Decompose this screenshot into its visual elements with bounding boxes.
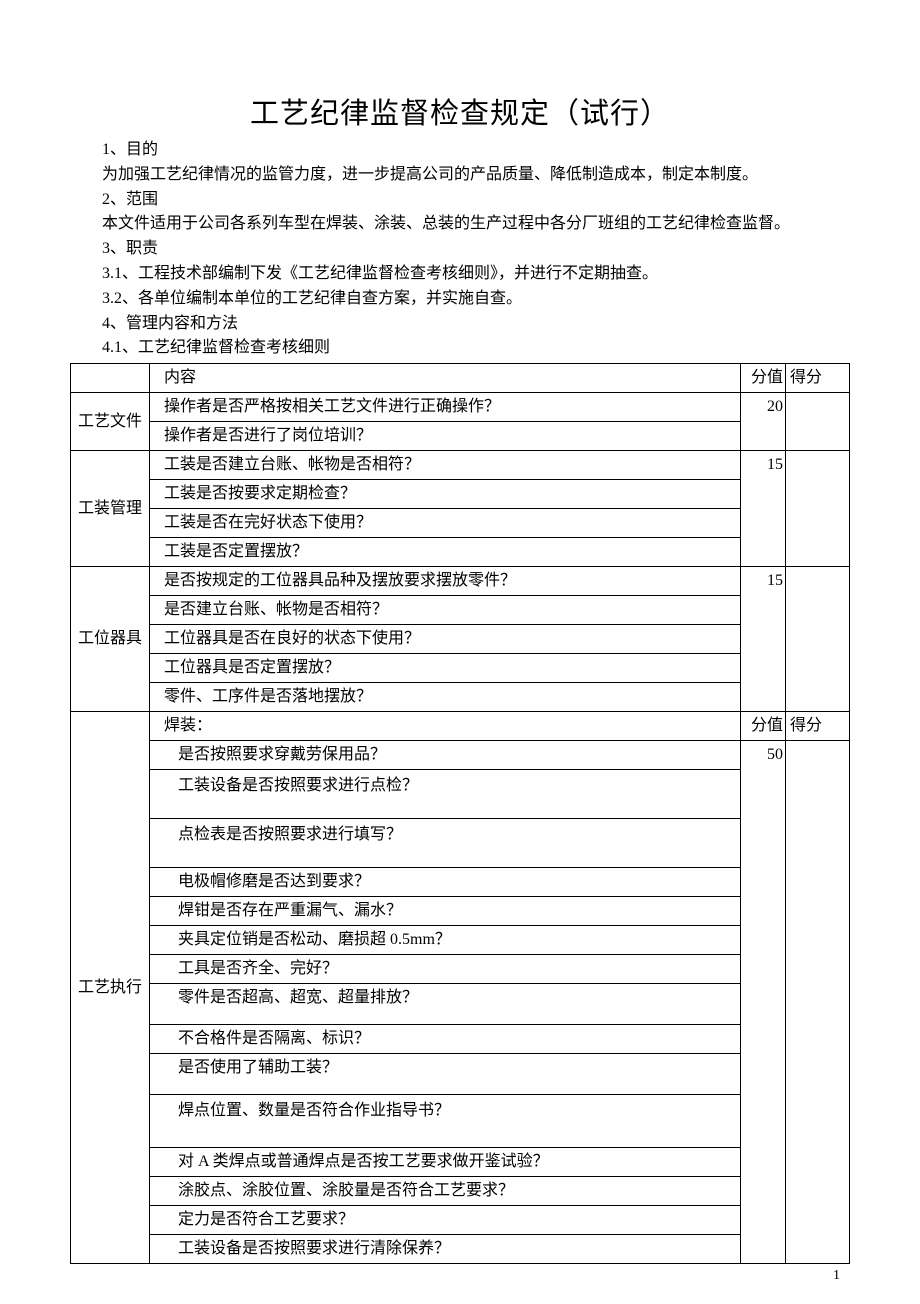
table-row: 工装设备是否按照要求进行点检？	[71, 770, 850, 819]
category-cell: 工艺文件	[71, 393, 150, 451]
content-cell: 工装是否按要求定期检查？	[150, 480, 741, 509]
content-cell: 工装设备是否按照要求进行清除保养？	[150, 1235, 741, 1264]
content-cell: 工位器具是否在良好的状态下使用？	[150, 625, 741, 654]
table-header-row: 内容 分值 得分	[71, 364, 850, 393]
table-row: 工位器具是否在良好的状态下使用？	[71, 625, 850, 654]
header-content: 内容	[150, 364, 741, 393]
table-row: 不合格件是否隔离、标识？	[71, 1025, 850, 1054]
assessment-table: 内容 分值 得分 工艺文件 操作者是否严格按相关工艺文件进行正确操作？ 20 操…	[70, 363, 850, 1264]
table-row: 电极帽修磨是否达到要求？	[71, 868, 850, 897]
section-3-2: 3.2、各单位编制本单位的工艺纪律自查方案，并实施自查。	[70, 287, 850, 312]
content-cell: 工具是否齐全、完好？	[150, 955, 741, 984]
table-row: 工位器具 是否按规定的工位器具品种及摆放要求摆放零件？ 15	[71, 567, 850, 596]
header-score: 得分	[786, 364, 850, 393]
table-row: 焊钳是否存在严重漏气、漏水？	[71, 897, 850, 926]
table-row: 工艺文件 操作者是否严格按相关工艺文件进行正确操作？ 20	[71, 393, 850, 422]
value-cell: 15	[741, 451, 786, 567]
section-1-body: 为加强工艺纪律情况的监管力度，进一步提高公司的产品质量、降低制造成本，制定本制度…	[70, 163, 850, 188]
content-cell: 是否按规定的工位器具品种及摆放要求摆放零件？	[150, 567, 741, 596]
table-row: 焊点位置、数量是否符合作业指导书？	[71, 1095, 850, 1148]
content-cell: 工装设备是否按照要求进行点检？	[150, 770, 741, 819]
content-cell: 焊点位置、数量是否符合作业指导书？	[150, 1095, 741, 1148]
score-cell	[786, 451, 850, 567]
content-cell: 定力是否符合工艺要求？	[150, 1206, 741, 1235]
content-cell: 零件是否超高、超宽、超量排放？	[150, 984, 741, 1025]
score-cell	[786, 741, 850, 1264]
content-cell: 夹具定位销是否松动、磨损超 0.5mm？	[150, 926, 741, 955]
content-cell: 工位器具是否定置摆放？	[150, 654, 741, 683]
table-row: 夹具定位销是否松动、磨损超 0.5mm？	[71, 926, 850, 955]
section-1-heading: 1、目的	[70, 138, 850, 163]
content-cell: 零件、工序件是否落地摆放？	[150, 683, 741, 712]
category-cell: 工艺执行	[71, 712, 150, 1264]
content-cell: 是否建立台账、帐物是否相符？	[150, 596, 741, 625]
content-cell: 涂胶点、涂胶位置、涂胶量是否符合工艺要求？	[150, 1177, 741, 1206]
header-blank	[71, 364, 150, 393]
section-2-body: 本文件适用于公司各系列车型在焊装、涂装、总装的生产过程中各分厂班组的工艺纪律检查…	[70, 212, 850, 237]
table-row: 操作者是否进行了岗位培训？	[71, 422, 850, 451]
table-row: 对 A 类焊点或普通焊点是否按工艺要求做开鉴试验？	[71, 1148, 850, 1177]
table-row: 点检表是否按照要求进行填写？	[71, 819, 850, 868]
content-cell: 是否使用了辅助工装？	[150, 1054, 741, 1095]
value-cell: 20	[741, 393, 786, 451]
section-4-1: 4.1、工艺纪律监督检查考核细则	[70, 336, 850, 361]
table-row: 工位器具是否定置摆放？	[71, 654, 850, 683]
table-row: 涂胶点、涂胶位置、涂胶量是否符合工艺要求？	[71, 1177, 850, 1206]
score-cell	[786, 393, 850, 451]
table-row: 工装是否在完好状态下使用？	[71, 509, 850, 538]
value-cell: 15	[741, 567, 786, 712]
table-row: 定力是否符合工艺要求？	[71, 1206, 850, 1235]
content-cell: 工装是否建立台账、帐物是否相符？	[150, 451, 741, 480]
table-row: 工装管理 工装是否建立台账、帐物是否相符？ 15	[71, 451, 850, 480]
content-cell: 电极帽修磨是否达到要求？	[150, 868, 741, 897]
content-cell: 操作者是否进行了岗位培训？	[150, 422, 741, 451]
table-row: 工装设备是否按照要求进行清除保养？	[71, 1235, 850, 1264]
content-cell: 焊钳是否存在严重漏气、漏水？	[150, 897, 741, 926]
content-cell: 工装是否定置摆放？	[150, 538, 741, 567]
table-row: 零件是否超高、超宽、超量排放？	[71, 984, 850, 1025]
table-row: 工具是否齐全、完好？	[71, 955, 850, 984]
table-row: 零件、工序件是否落地摆放？	[71, 683, 850, 712]
table-row: 工装是否按要求定期检查？	[71, 480, 850, 509]
section-4-heading: 4、管理内容和方法	[70, 312, 850, 337]
content-cell: 点检表是否按照要求进行填写？	[150, 819, 741, 868]
header-value: 分值	[741, 712, 786, 741]
table-row: 是否使用了辅助工装？	[71, 1054, 850, 1095]
value-cell: 50	[741, 741, 786, 1264]
content-cell: 是否按照要求穿戴劳保用品？	[150, 741, 741, 770]
header-value: 分值	[741, 364, 786, 393]
header-score: 得分	[786, 712, 850, 741]
content-cell: 操作者是否严格按相关工艺文件进行正确操作？	[150, 393, 741, 422]
section-3-1: 3.1、工程技术部编制下发《工艺纪律监督检查考核细则》，并进行不定期抽查。	[70, 262, 850, 287]
document-title: 工艺纪律监督检查规定（试行）	[70, 90, 850, 132]
subheader-cell: 焊装：	[150, 712, 741, 741]
score-cell	[786, 567, 850, 712]
section-3-heading: 3、职责	[70, 237, 850, 262]
page-number: 1	[833, 1268, 840, 1284]
content-cell: 对 A 类焊点或普通焊点是否按工艺要求做开鉴试验？	[150, 1148, 741, 1177]
content-cell: 不合格件是否隔离、标识？	[150, 1025, 741, 1054]
table-row: 工艺执行 焊装： 分值 得分	[71, 712, 850, 741]
category-cell: 工位器具	[71, 567, 150, 712]
table-row: 是否按照要求穿戴劳保用品？ 50	[71, 741, 850, 770]
content-cell: 工装是否在完好状态下使用？	[150, 509, 741, 538]
table-row: 工装是否定置摆放？	[71, 538, 850, 567]
category-cell: 工装管理	[71, 451, 150, 567]
section-2-heading: 2、范围	[70, 188, 850, 213]
table-row: 是否建立台账、帐物是否相符？	[71, 596, 850, 625]
